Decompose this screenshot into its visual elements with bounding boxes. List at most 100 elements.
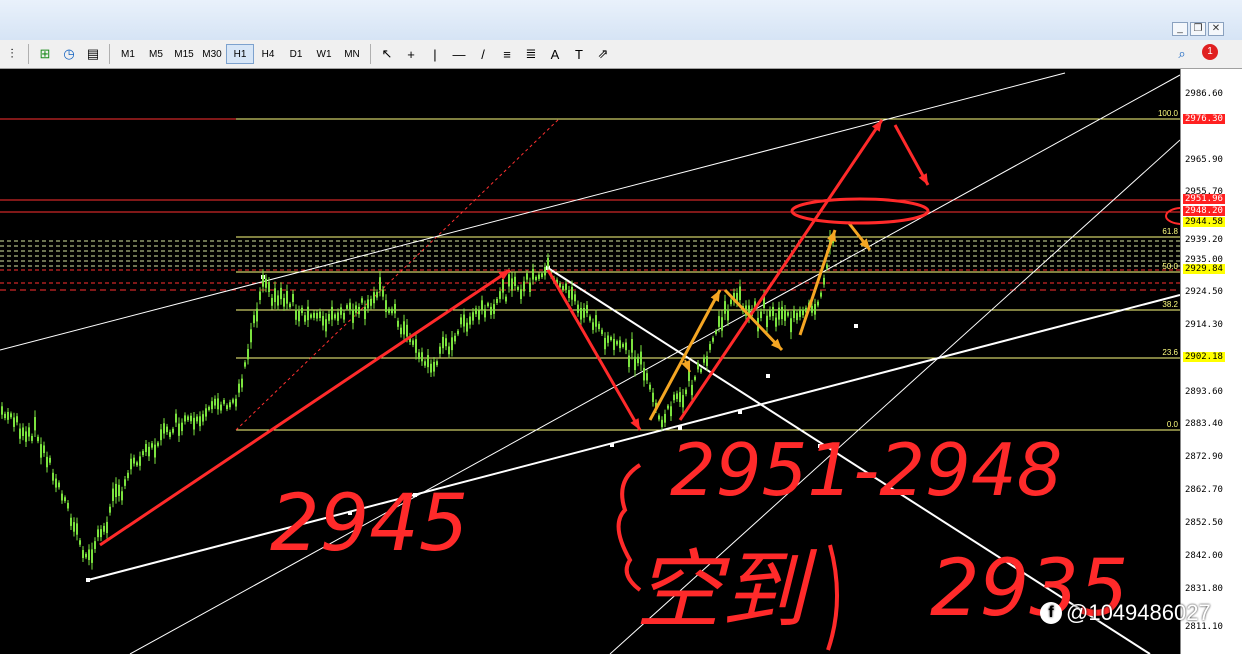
- price-chart[interactable]: 100.061.850.038.223.60.029452951-2948空到 2…: [0, 69, 1180, 654]
- candle-body: [814, 304, 816, 315]
- candle-body: [190, 415, 192, 422]
- candle-body: [202, 414, 204, 422]
- price-tag: 2929.84: [1183, 264, 1225, 274]
- handwritten-note-2945: 2945: [270, 479, 469, 569]
- clock-icon[interactable]: ◷: [57, 44, 81, 64]
- candle-body: [610, 337, 612, 341]
- fibonacci-icon[interactable]: ≣: [519, 44, 543, 64]
- candle-body: [718, 316, 720, 327]
- cursor-icon[interactable]: ↖: [375, 44, 399, 64]
- candle-body: [541, 273, 543, 278]
- candle-body: [340, 307, 342, 315]
- text-label-icon[interactable]: T: [567, 44, 591, 64]
- channel-icon[interactable]: ≡: [495, 44, 519, 64]
- candle-body: [712, 337, 714, 342]
- candle-body: [454, 335, 456, 342]
- candle-body: [529, 282, 531, 292]
- timeframe-mn[interactable]: MN: [338, 44, 366, 64]
- candle-body: [307, 306, 309, 321]
- candle-body: [118, 484, 120, 497]
- search-icon[interactable]: ⌕: [1170, 44, 1194, 64]
- candle-body: [4, 413, 6, 419]
- candle-body: [124, 479, 126, 486]
- text-icon[interactable]: A: [543, 44, 567, 64]
- candle-body: [604, 337, 606, 350]
- candle-body: [133, 457, 135, 464]
- candle-body: [382, 289, 384, 297]
- timeframe-w1[interactable]: W1: [310, 44, 338, 64]
- candle-body: [457, 330, 459, 335]
- horizontal-line-icon[interactable]: —: [447, 44, 471, 64]
- candle-body: [538, 274, 540, 279]
- candle-body: [517, 286, 519, 291]
- arrows-icon[interactable]: ⇗: [591, 44, 615, 64]
- candle-body: [262, 275, 264, 287]
- timeframe-m1[interactable]: M1: [114, 44, 142, 64]
- candle-body: [592, 322, 594, 330]
- candle-body: [430, 363, 432, 373]
- candle-body: [166, 426, 168, 433]
- candle-body: [355, 305, 357, 313]
- candle-body: [82, 550, 84, 558]
- candle-body: [700, 369, 702, 373]
- candle-body: [313, 312, 315, 318]
- candle-body: [187, 416, 189, 421]
- trendline-icon[interactable]: /: [471, 44, 495, 64]
- anchor-point: [738, 410, 742, 414]
- candle-body: [73, 522, 75, 532]
- candle-body: [379, 277, 381, 290]
- price-tag: 2976.30: [1183, 114, 1225, 124]
- timeframe-m30[interactable]: M30: [198, 44, 226, 64]
- candle-body: [451, 337, 453, 351]
- candle-body: [70, 517, 72, 526]
- crosshair-icon[interactable]: +: [399, 44, 423, 64]
- new-chart-icon[interactable]: ⊞: [33, 44, 57, 64]
- candle-body: [448, 346, 450, 355]
- templates-icon[interactable]: ▤: [81, 44, 105, 64]
- candle-body: [589, 316, 591, 321]
- close-icon[interactable]: ✕: [1208, 22, 1224, 36]
- candle-body: [484, 308, 486, 318]
- timeframe-h4[interactable]: H4: [254, 44, 282, 64]
- candle-body: [373, 292, 375, 304]
- candle-body: [235, 398, 237, 407]
- candle-body: [406, 324, 408, 337]
- price-tag: 2944.58: [1183, 217, 1225, 227]
- minimize-icon[interactable]: _: [1172, 22, 1188, 36]
- candle-body: [346, 305, 348, 309]
- candle-body: [334, 314, 336, 319]
- candle-body: [37, 436, 39, 442]
- candle-body: [10, 413, 12, 418]
- notification-badge[interactable]: 1: [1202, 44, 1218, 60]
- restore-icon[interactable]: ❐: [1190, 22, 1206, 36]
- candle-body: [253, 315, 255, 324]
- candle-body: [634, 356, 636, 371]
- candle-body: [223, 399, 225, 404]
- candle-body: [310, 314, 312, 318]
- candle-body: [628, 355, 630, 367]
- candle-body: [7, 411, 9, 420]
- timeframe-h1[interactable]: H1: [226, 44, 254, 64]
- candle-body: [727, 309, 729, 321]
- candle-body: [337, 312, 339, 321]
- candle-body: [301, 307, 303, 314]
- chart-bars-icon[interactable]: ⫶: [0, 44, 24, 64]
- candle-body: [637, 356, 639, 364]
- candle-body: [28, 427, 30, 437]
- timeframe-d1[interactable]: D1: [282, 44, 310, 64]
- candle-body: [613, 338, 615, 350]
- candle-body: [739, 286, 741, 301]
- candle-body: [673, 394, 675, 401]
- price-tag: 2902.18: [1183, 352, 1225, 362]
- timeframe-m15[interactable]: M15: [170, 44, 198, 64]
- timeframe-m5[interactable]: M5: [142, 44, 170, 64]
- candle-body: [145, 444, 147, 453]
- candle-body: [343, 312, 345, 320]
- watermark: f @1049486027: [1040, 600, 1211, 626]
- candle-body: [532, 269, 534, 280]
- handwritten-note-short: 空到: [635, 541, 818, 641]
- candle-body: [766, 315, 768, 328]
- candle-body: [130, 458, 132, 470]
- vertical-line-icon[interactable]: |: [423, 44, 447, 64]
- candle-body: [823, 277, 825, 285]
